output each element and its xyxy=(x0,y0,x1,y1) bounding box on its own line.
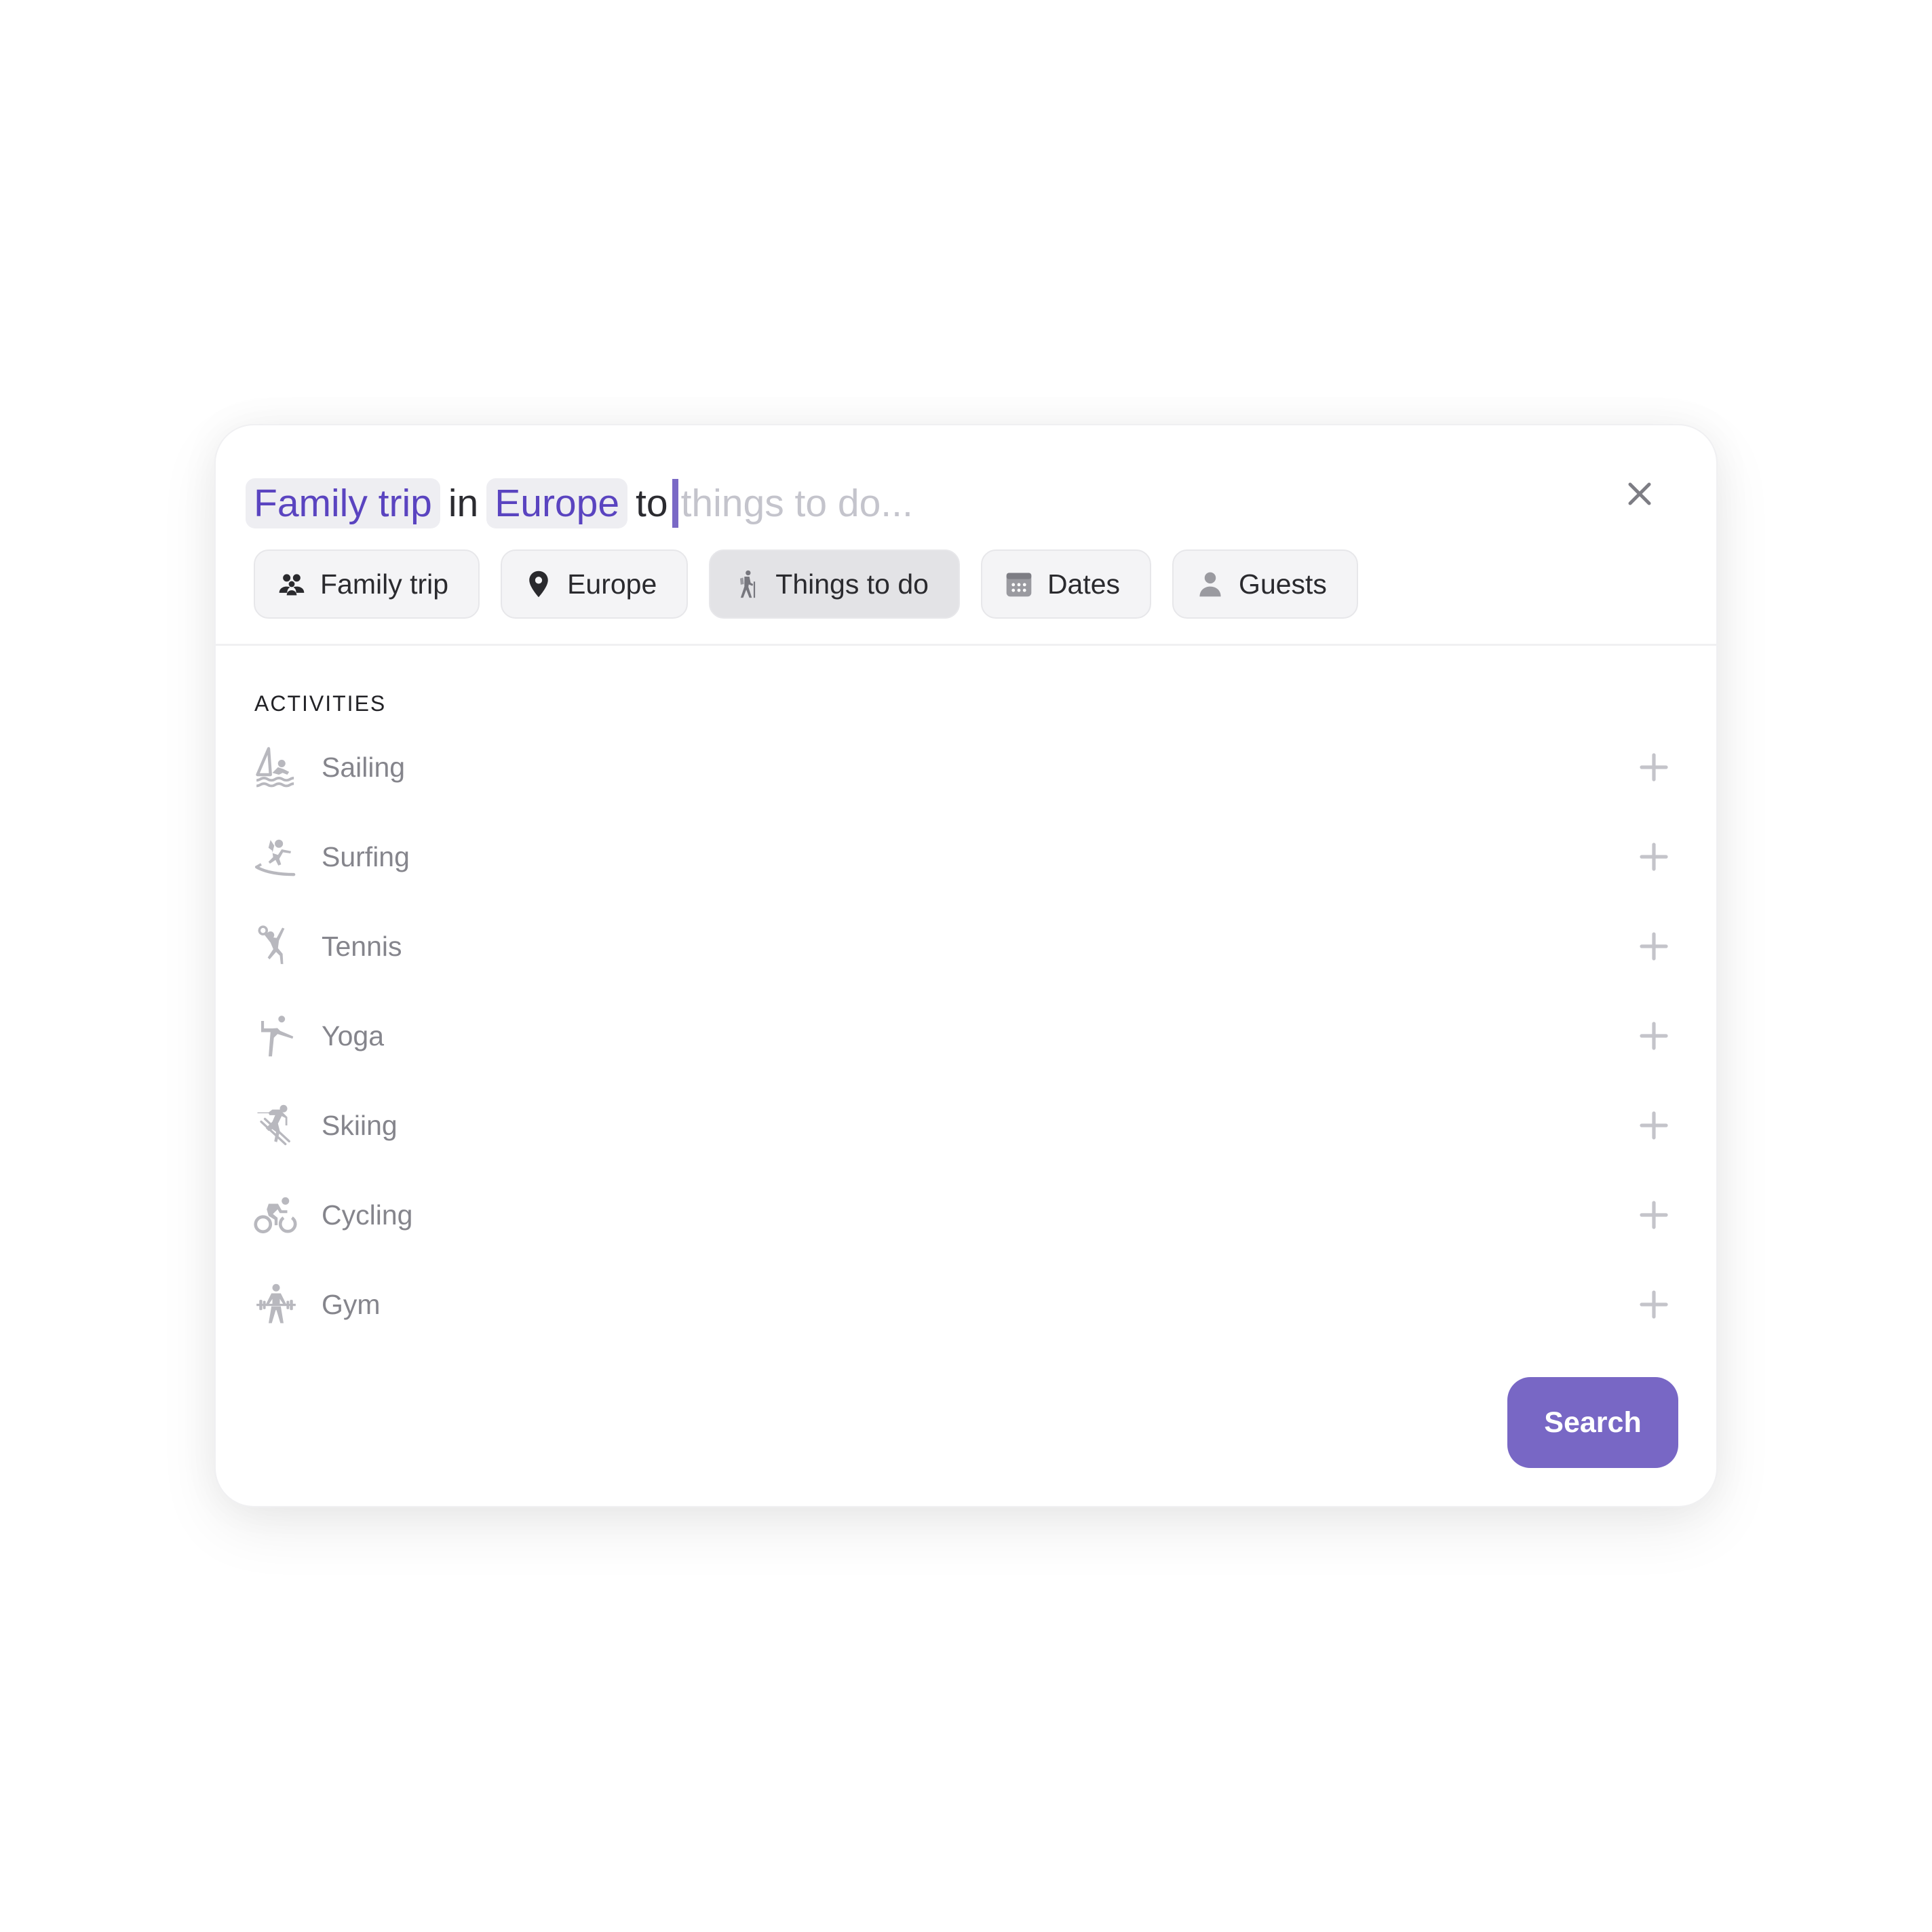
activity-item-tennis[interactable]: Tennis xyxy=(252,902,1680,991)
search-button[interactable]: Search xyxy=(1507,1377,1678,1468)
add-icon[interactable] xyxy=(1638,751,1670,784)
activity-item-skiing[interactable]: Skiing xyxy=(252,1081,1680,1170)
query-token-location[interactable]: Europe xyxy=(486,478,628,528)
search-dialog: Family trip in Europe to things to do...… xyxy=(216,425,1716,1506)
query-connector: to xyxy=(636,482,668,525)
surfing-icon xyxy=(254,839,296,876)
add-icon[interactable] xyxy=(1638,1020,1670,1052)
activity-label: Skiing xyxy=(322,1109,398,1141)
cycling-icon xyxy=(254,1197,297,1234)
tennis-icon xyxy=(258,925,285,965)
hiking-icon xyxy=(740,570,756,598)
query-placeholder: things to do... xyxy=(680,482,913,525)
person-icon xyxy=(1199,572,1221,597)
divider xyxy=(216,644,1716,646)
add-icon[interactable] xyxy=(1638,1109,1670,1142)
activity-label: Gym xyxy=(322,1288,381,1320)
section-heading: ACTIVITIES xyxy=(254,691,387,716)
query-connector: in xyxy=(448,482,479,525)
pill-europe[interactable]: Europe xyxy=(501,549,689,619)
activity-label: Yoga xyxy=(322,1020,384,1051)
activity-label: Surfing xyxy=(322,841,410,872)
family-icon xyxy=(279,574,305,596)
pill-label: Family trip xyxy=(320,568,449,600)
pill-label: Europe xyxy=(567,568,657,600)
close-icon xyxy=(1628,482,1651,505)
skiing-icon xyxy=(257,1104,290,1146)
activities-list: Sailing Surfing Tennis Yoga Skiing Cycli… xyxy=(252,722,1680,1349)
activity-label: Sailing xyxy=(322,751,406,783)
add-icon[interactable] xyxy=(1638,930,1670,963)
location-pin-icon xyxy=(529,571,548,598)
close-button[interactable] xyxy=(1616,470,1663,518)
pill-guests[interactable]: Guests xyxy=(1172,549,1358,619)
pill-things-to-do[interactable]: Things to do xyxy=(709,549,960,619)
gym-icon xyxy=(256,1283,296,1324)
add-icon[interactable] xyxy=(1638,1199,1670,1231)
text-caret xyxy=(672,479,678,528)
activity-label: Cycling xyxy=(322,1199,413,1231)
activity-item-gym[interactable]: Gym xyxy=(252,1260,1680,1349)
activity-item-sailing[interactable]: Sailing xyxy=(252,722,1680,812)
add-icon[interactable] xyxy=(1638,841,1670,873)
calendar-icon xyxy=(1006,573,1032,597)
query-input[interactable]: Family trip in Europe to things to do... xyxy=(246,463,913,544)
pill-label: Dates xyxy=(1047,568,1121,600)
activity-item-surfing[interactable]: Surfing xyxy=(252,812,1680,902)
pill-label: Guests xyxy=(1239,568,1327,600)
pill-dates[interactable]: Dates xyxy=(980,549,1152,619)
sailing-icon xyxy=(256,747,294,788)
activity-item-cycling[interactable]: Cycling xyxy=(252,1170,1680,1260)
pill-label: Things to do xyxy=(775,568,929,600)
activity-label: Tennis xyxy=(322,930,402,962)
add-icon[interactable] xyxy=(1638,1288,1670,1321)
filter-pills: Family trip Europe Things to do Dates Gu… xyxy=(254,549,1358,619)
yoga-icon xyxy=(261,1016,294,1057)
pill-family-trip[interactable]: Family trip xyxy=(254,549,480,619)
query-token-trip-type[interactable]: Family trip xyxy=(246,478,440,528)
activity-item-yoga[interactable]: Yoga xyxy=(252,991,1680,1081)
